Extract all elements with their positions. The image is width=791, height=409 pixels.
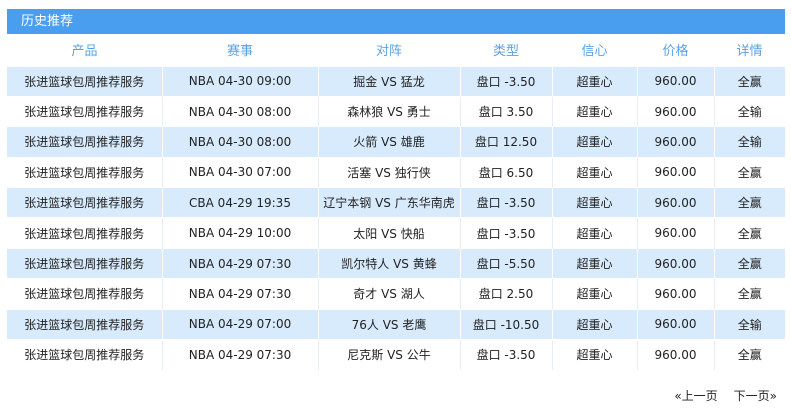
cell-price: 960.00 <box>636 65 714 97</box>
cell-detail: 全赢 <box>713 217 785 249</box>
cell-product: 张进篮球包周推荐服务 <box>7 308 162 340</box>
cell-detail: 全赢 <box>713 278 785 310</box>
cell-product: 张进篮球包周推荐服务 <box>7 339 162 370</box>
cell-teams: 太阳 VS 快船 <box>317 217 460 249</box>
cell-type: 盘口 -3.50 <box>459 339 552 370</box>
cell-confidence: 超重心 <box>551 278 637 310</box>
cell-product: 张进篮球包周推荐服务 <box>7 187 162 218</box>
cell-match: CBA 04-29 19:35 <box>161 187 318 218</box>
table-row: 张进篮球包周推荐服务 NBA 04-30 09:00 掘金 VS 猛龙 盘口 -3.5… <box>7 65 785 97</box>
cell-teams: 火箭 VS 雄鹿 <box>317 126 460 158</box>
cell-type: 盘口 6.50 <box>459 156 552 188</box>
cell-confidence: 超重心 <box>551 308 637 340</box>
cell-price: 960.00 <box>636 95 714 127</box>
cell-product: 张进篮球包周推荐服务 <box>7 217 162 249</box>
table-row: 张进篮球包周推荐服务 NBA 04-29 07:30 奇才 VS 湖人 盘口 2.50… <box>7 278 785 310</box>
cell-product: 张进篮球包周推荐服务 <box>7 278 162 310</box>
cell-product: 张进篮球包周推荐服务 <box>7 95 162 127</box>
cell-confidence: 超重心 <box>551 65 637 97</box>
cell-detail: 全赢 <box>713 156 785 188</box>
cell-teams: 掘金 VS 猛龙 <box>317 65 460 97</box>
cell-match: NBA 04-29 07:30 <box>161 247 318 279</box>
table-row: 张进篮球包周推荐服务 NBA 04-30 08:00 森林狼 VS 勇士 盘口 3.5… <box>7 95 785 127</box>
cell-product: 张进篮球包周推荐服务 <box>7 247 162 279</box>
table-row: 张进篮球包周推荐服务 NBA 04-29 10:00 太阳 VS 快船 盘口 -3.5… <box>7 217 785 249</box>
table-row: 张进篮球包周推荐服务 NBA 04-29 07:00 76人 VS 老鹰 盘口 -10… <box>7 308 785 340</box>
cell-match: NBA 04-29 10:00 <box>161 217 318 249</box>
panel-title: 历史推荐 <box>7 9 785 34</box>
cell-type: 盘口 -10.50 <box>459 308 552 340</box>
cell-price: 960.00 <box>636 308 714 340</box>
cell-price: 960.00 <box>636 339 714 370</box>
cell-detail: 全输 <box>713 95 785 127</box>
cell-type: 盘口 -3.50 <box>459 217 552 249</box>
cell-price: 960.00 <box>636 247 714 279</box>
cell-confidence: 超重心 <box>551 126 637 158</box>
cell-confidence: 超重心 <box>551 95 637 127</box>
cell-detail: 全赢 <box>713 247 785 279</box>
cell-type: 盘口 -3.50 <box>459 187 552 218</box>
column-header-price: 价格 <box>637 34 714 66</box>
table-row: 张进篮球包周推荐服务 CBA 04-29 19:35 辽宁本钢 VS 广东华南虎 盘口… <box>7 187 785 218</box>
cell-confidence: 超重心 <box>551 339 637 370</box>
cell-price: 960.00 <box>636 126 714 158</box>
history-panel: 历史推荐 产品 赛事 对阵 类型 信心 价格 详情 张进篮球包周推荐服务 NBA … <box>7 9 785 405</box>
next-page-link[interactable]: 下一页» <box>734 387 777 404</box>
cell-type: 盘口 12.50 <box>459 126 552 158</box>
cell-match: NBA 04-30 08:00 <box>161 95 318 127</box>
cell-teams: 森林狼 VS 勇士 <box>317 95 460 127</box>
cell-price: 960.00 <box>636 278 714 310</box>
cell-confidence: 超重心 <box>551 187 637 218</box>
cell-confidence: 超重心 <box>551 217 637 249</box>
cell-match: NBA 04-29 07:00 <box>161 308 318 340</box>
cell-price: 960.00 <box>636 187 714 218</box>
cell-product: 张进篮球包周推荐服务 <box>7 126 162 158</box>
cell-match: NBA 04-30 08:00 <box>161 126 318 158</box>
table-row: 张进篮球包周推荐服务 NBA 04-30 07:00 活塞 VS 独行侠 盘口 6.5… <box>7 156 785 188</box>
column-header-product: 产品 <box>7 34 162 66</box>
cell-product: 张进篮球包周推荐服务 <box>7 65 162 97</box>
cell-type: 盘口 -3.50 <box>459 65 552 97</box>
cell-teams: 凯尔特人 VS 黄蜂 <box>317 247 460 279</box>
column-header-confidence: 信心 <box>552 34 637 66</box>
cell-match: NBA 04-29 07:30 <box>161 278 318 310</box>
cell-teams: 活塞 VS 独行侠 <box>317 156 460 188</box>
cell-confidence: 超重心 <box>551 156 637 188</box>
cell-teams: 辽宁本钢 VS 广东华南虎 <box>317 187 460 218</box>
pagination: «上一页 下一页» <box>674 385 777 405</box>
cell-type: 盘口 -5.50 <box>459 247 552 279</box>
cell-product: 张进篮球包周推荐服务 <box>7 156 162 188</box>
column-header-teams: 对阵 <box>318 34 460 66</box>
cell-teams: 尼克斯 VS 公牛 <box>317 339 460 370</box>
history-table: 产品 赛事 对阵 类型 信心 价格 详情 张进篮球包周推荐服务 NBA 04-30… <box>7 34 785 370</box>
cell-teams: 76人 VS 老鹰 <box>317 308 460 340</box>
cell-detail: 全输 <box>713 126 785 158</box>
cell-detail: 全赢 <box>713 65 785 97</box>
cell-price: 960.00 <box>636 156 714 188</box>
cell-match: NBA 04-30 07:00 <box>161 156 318 188</box>
cell-price: 960.00 <box>636 217 714 249</box>
column-header-type: 类型 <box>460 34 552 66</box>
cell-detail: 全赢 <box>713 339 785 370</box>
table-header-row: 产品 赛事 对阵 类型 信心 价格 详情 <box>7 34 785 66</box>
cell-teams: 奇才 VS 湖人 <box>317 278 460 310</box>
table-row: 张进篮球包周推荐服务 NBA 04-30 08:00 火箭 VS 雄鹿 盘口 12.5… <box>7 126 785 158</box>
table-row: 张进篮球包周推荐服务 NBA 04-29 07:30 尼克斯 VS 公牛 盘口 -3.… <box>7 339 785 370</box>
column-header-match: 赛事 <box>162 34 318 66</box>
table-row: 张进篮球包周推荐服务 NBA 04-29 07:30 凯尔特人 VS 黄蜂 盘口 -5… <box>7 247 785 279</box>
cell-type: 盘口 2.50 <box>459 278 552 310</box>
cell-match: NBA 04-30 09:00 <box>161 65 318 97</box>
column-header-detail: 详情 <box>714 34 785 66</box>
cell-detail: 全输 <box>713 308 785 340</box>
cell-confidence: 超重心 <box>551 247 637 279</box>
cell-type: 盘口 3.50 <box>459 95 552 127</box>
cell-detail: 全赢 <box>713 187 785 218</box>
prev-page-link[interactable]: «上一页 <box>674 387 717 404</box>
cell-match: NBA 04-29 07:30 <box>161 339 318 370</box>
